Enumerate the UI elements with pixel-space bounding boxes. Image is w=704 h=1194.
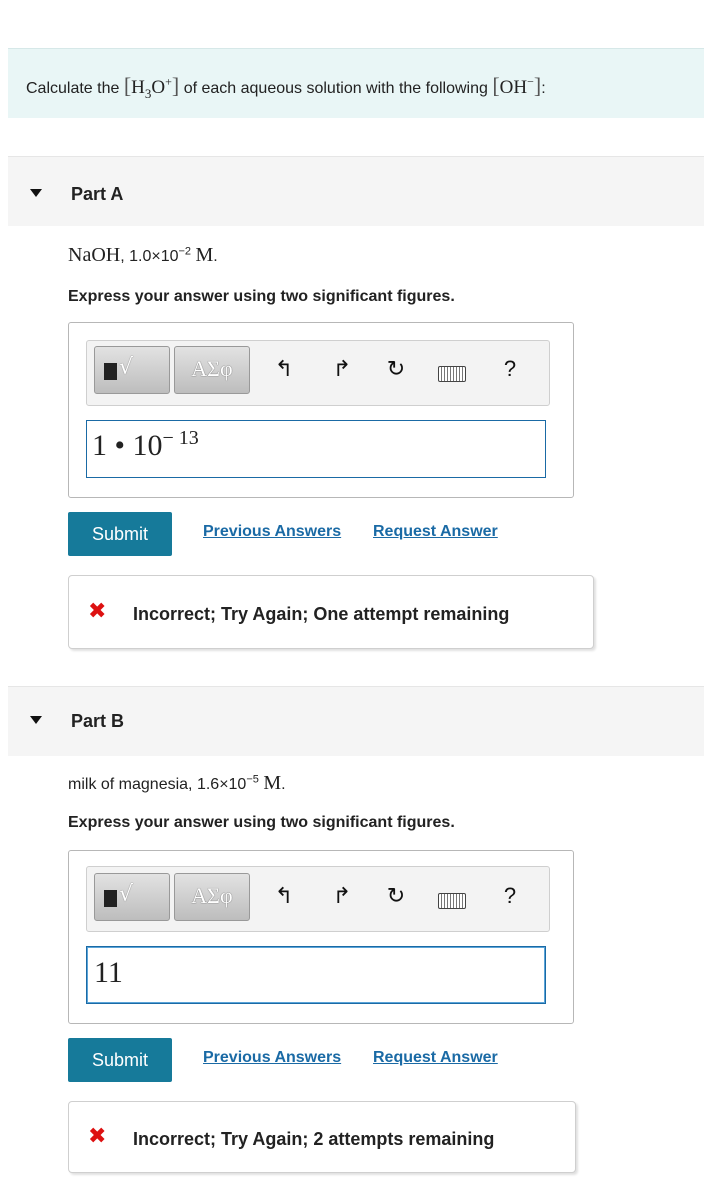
part-a-title: Part A [71, 184, 124, 204]
help-icon[interactable]: ? [496, 883, 524, 909]
reset-icon[interactable]: ↻ [382, 884, 410, 909]
part-b-instruction: Express your answer using two significan… [68, 814, 455, 831]
problem-prompt: Calculate the [H3O+] of each aqueous sol… [26, 73, 546, 101]
undo-icon[interactable]: ↰ [270, 884, 298, 909]
part-b-answer-value: 11 [94, 956, 123, 989]
reset-icon[interactable]: ↻ [382, 357, 410, 382]
part-a-feedback-text: Incorrect; Try Again; One attempt remain… [133, 604, 510, 624]
redo-icon[interactable]: ↱ [328, 357, 356, 382]
part-b-previous-answers-link[interactable]: Previous Answers [203, 1049, 341, 1067]
part-a-question: NaOH, 1.0×10−2 M. [68, 244, 218, 266]
keyboard-icon[interactable] [438, 893, 466, 909]
part-a-request-answer-link[interactable]: Request Answer [373, 523, 498, 541]
radical-icon: √ [119, 355, 134, 380]
caret-down-icon[interactable] [30, 716, 42, 724]
template-button[interactable]: √ [94, 346, 170, 394]
part-a-previous-answers-link[interactable]: Previous Answers [203, 523, 341, 541]
keyboard-icon[interactable] [438, 366, 466, 382]
caret-down-icon[interactable] [30, 189, 42, 197]
greek-symbols-button[interactable]: ΑΣφ [174, 873, 250, 921]
undo-icon[interactable]: ↰ [270, 357, 298, 382]
part-b-request-answer-link[interactable]: Request Answer [373, 1049, 498, 1067]
redo-icon[interactable]: ↱ [328, 884, 356, 909]
help-icon[interactable]: ? [496, 356, 524, 382]
part-a-instruction: Express your answer using two significan… [68, 288, 455, 305]
part-b-answer-input[interactable] [86, 946, 546, 1004]
part-b-feedback-text: Incorrect; Try Again; 2 attempts remaini… [133, 1129, 495, 1149]
radical-icon: √ [119, 882, 134, 907]
x-mark-icon: ✖ [88, 1124, 107, 1149]
x-mark-icon: ✖ [88, 599, 107, 624]
part-a-submit-button[interactable]: Submit [68, 512, 172, 556]
part-b-question: milk of magnesia, 1.6×10−5 M. [68, 772, 286, 794]
template-button[interactable]: √ [94, 873, 170, 921]
part-a-answer-value: 1 • 10− 13 [92, 427, 199, 462]
greek-symbols-button[interactable]: ΑΣφ [174, 346, 250, 394]
part-b-submit-button[interactable]: Submit [68, 1038, 172, 1082]
part-b-title: Part B [71, 711, 125, 731]
